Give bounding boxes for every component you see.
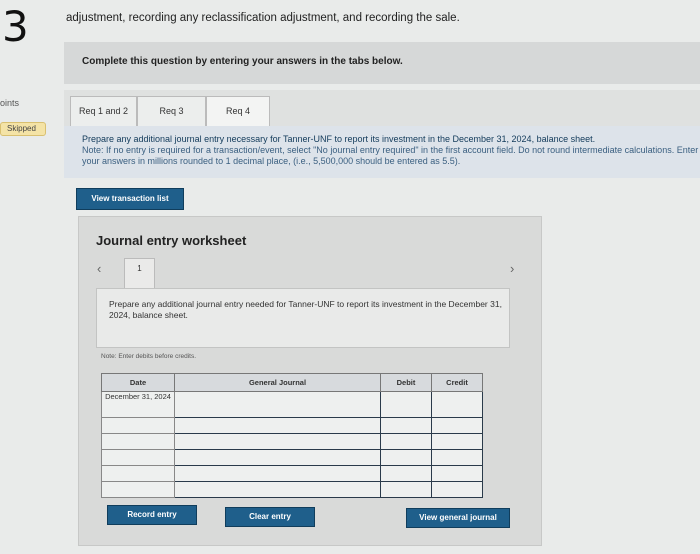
prompt-main: Prepare any additional journal entry nec… <box>82 134 596 144</box>
question-number: 3 <box>2 2 29 51</box>
date-cell <box>101 481 175 498</box>
chevron-left-icon[interactable]: ‹ <box>97 261 101 276</box>
date-cell <box>101 417 175 434</box>
instruction-text: Complete this question by entering your … <box>82 56 403 67</box>
tab-bar: Req 1 and 2 Req 3 Req 4 <box>64 90 700 126</box>
date-cell <box>101 449 175 466</box>
table-row <box>101 417 483 434</box>
debit-header: Debit <box>380 373 432 392</box>
account-input[interactable] <box>174 433 381 450</box>
points-label: oints <box>0 98 20 108</box>
worksheet-title: Journal entry worksheet <box>96 233 247 248</box>
account-input[interactable] <box>174 417 381 434</box>
debit-input[interactable] <box>380 391 432 418</box>
journal-header: General Journal <box>174 373 381 392</box>
table-row <box>101 433 483 450</box>
date-cell <box>101 433 175 450</box>
date-cell <box>101 465 175 482</box>
date-cell: December 31, 2024 <box>101 391 175 418</box>
tab-req-3[interactable]: Req 3 <box>137 96 206 126</box>
question-text: adjustment, recording any reclassificati… <box>66 12 460 24</box>
credit-input[interactable] <box>431 417 483 434</box>
record-entry-button[interactable]: Record entry <box>107 505 197 525</box>
tab-req-4[interactable]: Req 4 <box>206 96 270 126</box>
credit-header: Credit <box>431 373 483 392</box>
debit-input[interactable] <box>380 465 432 482</box>
debit-input[interactable] <box>380 449 432 466</box>
credit-input[interactable] <box>431 391 483 418</box>
worksheet-page-tab[interactable]: 1 <box>124 258 155 288</box>
table-row <box>101 465 483 482</box>
table-row <box>101 449 483 466</box>
date-header: Date <box>101 373 175 392</box>
credit-input[interactable] <box>431 449 483 466</box>
credit-input[interactable] <box>431 465 483 482</box>
debits-note: Note: Enter debits before credits. <box>101 353 197 360</box>
account-input[interactable] <box>174 449 381 466</box>
entry-description: Prepare any additional journal entry nee… <box>96 288 510 348</box>
debit-input[interactable] <box>380 481 432 498</box>
account-input[interactable] <box>174 465 381 482</box>
table-row: December 31, 2024 <box>101 391 483 418</box>
debit-input[interactable] <box>380 417 432 434</box>
status-badge: Skipped <box>0 122 46 136</box>
chevron-right-icon[interactable]: › <box>510 261 514 276</box>
tab-req-1-and-2[interactable]: Req 1 and 2 <box>70 96 137 126</box>
journal-table: Date General Journal Debit Credit Decemb… <box>101 373 483 498</box>
credit-input[interactable] <box>431 481 483 498</box>
clear-entry-button[interactable]: Clear entry <box>225 507 315 527</box>
view-transaction-list-button[interactable]: View transaction list <box>76 188 184 210</box>
prompt-note: Note: If no entry is required for a tran… <box>82 145 699 166</box>
table-row <box>101 481 483 498</box>
account-input[interactable] <box>174 391 381 418</box>
table-header-row: Date General Journal Debit Credit <box>101 373 483 392</box>
view-general-journal-button[interactable]: View general journal <box>406 508 510 528</box>
credit-input[interactable] <box>431 433 483 450</box>
instruction-bar: Complete this question by entering your … <box>64 42 700 84</box>
debit-input[interactable] <box>380 433 432 450</box>
account-input[interactable] <box>174 481 381 498</box>
requirement-prompt: Prepare any additional journal entry nec… <box>64 126 700 178</box>
